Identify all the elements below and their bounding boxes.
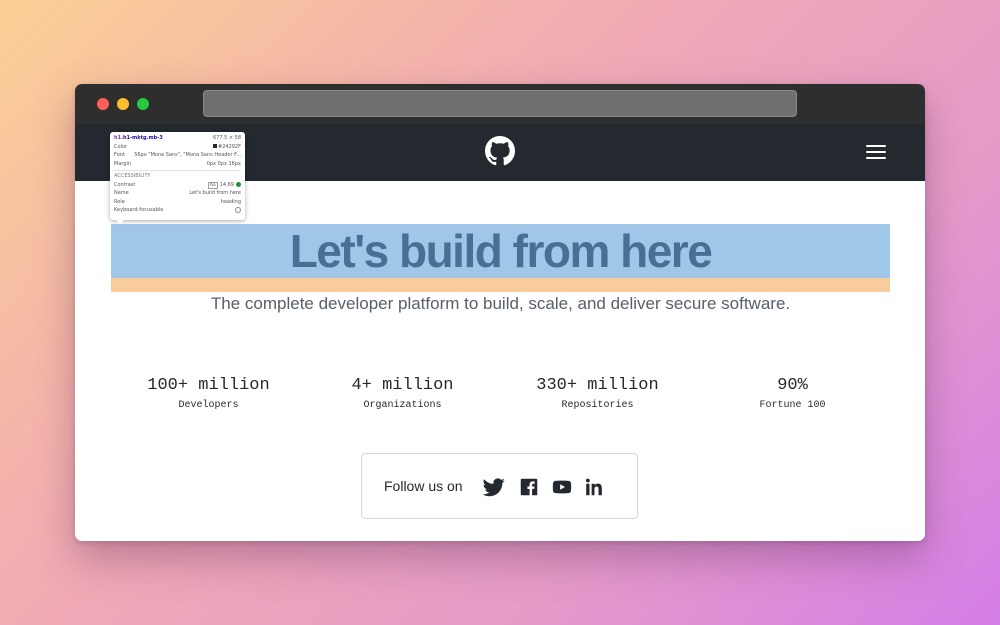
hero-subtitle: The complete developer platform to build…	[210, 294, 791, 313]
inspector-contrast-row: Contrast Aa 14.69	[114, 181, 241, 191]
maximize-window-button[interactable]	[137, 98, 149, 110]
browser-titlebar	[75, 84, 925, 124]
close-window-button[interactable]	[97, 98, 109, 110]
inspector-role-value: heading	[220, 198, 241, 205]
follow-us-box: Follow us on	[361, 453, 638, 519]
devtools-inspector-tooltip: h1.h1-mktg.mb-3 677.5 × 58 Color #24292F…	[110, 132, 245, 224]
stats-row: 100+ million Developers 4+ million Organ…	[111, 374, 890, 424]
inspector-margin-highlight	[111, 278, 890, 292]
inspector-font-label: Font	[114, 152, 125, 158]
inspector-role-label: Role	[114, 198, 125, 205]
github-logo-icon[interactable]	[485, 136, 515, 166]
inspector-color-value: #24292F	[218, 143, 241, 150]
linkedin-icon[interactable]	[583, 476, 605, 498]
stat-label: Organizations	[363, 400, 442, 411]
hero-heading: Let's build from here	[289, 225, 713, 277]
stat-repositories: 330+ million Repositories	[500, 374, 695, 413]
stat-value: 4+ million	[351, 376, 454, 395]
inspector-contrast-label: Contrast	[114, 181, 136, 188]
stat-developers: 100+ million Developers	[111, 374, 306, 413]
stat-label: Repositories	[561, 400, 634, 411]
stat-fortune: 90% Fortune 100	[695, 374, 890, 413]
inspector-font-value: 56px "Mona Sans", "Mona Sans Header F...	[134, 152, 241, 158]
stat-value: 100+ million	[147, 376, 270, 395]
inspector-color-label: Color	[114, 143, 128, 150]
stat-organizations: 4+ million Organizations	[305, 374, 500, 413]
inspector-font-row: Font 56px "Mona Sans", "Mona Sans Header…	[114, 152, 241, 161]
check-icon	[236, 181, 241, 187]
minimize-window-button[interactable]	[117, 98, 129, 110]
inspector-divider	[114, 170, 241, 171]
inspector-size: 677.5 × 58	[212, 135, 241, 141]
color-swatch	[213, 144, 218, 148]
inspector-accessibility-heading: ACCESSIBILITY	[114, 173, 151, 179]
stat-value: 330+ million	[536, 376, 659, 395]
inspector-color-row: Color #24292F	[114, 144, 241, 153]
inspector-class: .h1-mktg.mb-3	[121, 135, 163, 141]
contrast-badge: Aa	[207, 181, 218, 189]
inspector-tag: h1	[114, 135, 122, 141]
inspector-margin-row: Margin 0px 0px 16px	[114, 161, 241, 170]
inspector-keyboard-label: Keyboard-focusable	[114, 207, 164, 213]
stat-label: Developers	[178, 400, 239, 411]
inspector-margin-label: Margin	[114, 160, 132, 167]
inspector-name-row: Name Let's build from here	[114, 190, 241, 199]
stat-label: Fortune 100	[759, 400, 826, 411]
menu-hamburger-icon[interactable]	[865, 143, 887, 161]
twitter-icon[interactable]	[483, 476, 505, 498]
inspector-header: h1.h1-mktg.mb-3 677.5 × 58	[114, 135, 241, 144]
address-bar[interactable]	[203, 90, 797, 117]
stat-value: 90%	[777, 376, 808, 395]
follow-us-label: Follow us on	[384, 478, 463, 494]
inspector-name-value: Let's build from here	[189, 190, 241, 196]
inspector-name-label: Name	[114, 190, 129, 196]
inspector-contrast-value: 14.69	[219, 181, 234, 188]
inspector-keyboard-row: Keyboard-focusable	[114, 207, 241, 216]
inspector-role-row: Role heading	[114, 199, 241, 208]
inspector-margin-value: 0px 0px 16px	[206, 160, 241, 167]
facebook-icon[interactable]	[518, 476, 540, 498]
browser-window: Let's build from here The complete devel…	[75, 84, 925, 541]
not-focusable-icon	[235, 207, 241, 213]
youtube-icon[interactable]	[551, 476, 573, 498]
